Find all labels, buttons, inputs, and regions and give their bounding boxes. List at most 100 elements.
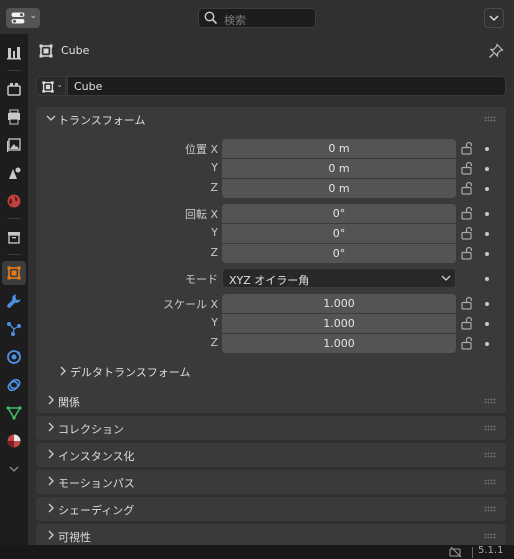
object-cube-icon: [7, 266, 21, 280]
location-z-field[interactable]: 0 m: [222, 179, 456, 198]
world-icon: [7, 194, 21, 208]
rotation-mode-label: モード: [185, 273, 218, 286]
keyframe-dot-icon[interactable]: [485, 322, 489, 326]
drag-grip-icon[interactable]: [484, 452, 496, 458]
object-name-value: Cube: [74, 80, 103, 93]
tool-icon: [7, 47, 21, 60]
motion-paths-panel[interactable]: モーションパス: [36, 470, 506, 494]
visibility-panel[interactable]: 可視性: [36, 524, 506, 545]
view-layer-tab[interactable]: [2, 133, 26, 157]
collections-panel-header[interactable]: コレクション: [36, 416, 506, 440]
drag-grip-icon[interactable]: [484, 116, 496, 122]
unlock-icon[interactable]: [460, 246, 474, 260]
tab-separator: [7, 254, 21, 255]
location-x-label: 位置 X: [184, 143, 218, 156]
data-tab[interactable]: [2, 401, 26, 425]
rotation-y-label: Y: [211, 226, 218, 239]
version-label: 5.1.1: [478, 545, 504, 556]
physics-tab[interactable]: [2, 345, 26, 369]
collection-tab[interactable]: [2, 225, 26, 249]
chevron-down-icon: [441, 275, 451, 281]
shading-panel-header[interactable]: シェーディング: [36, 497, 506, 521]
search-placeholder: 検索: [224, 14, 246, 27]
unlock-icon[interactable]: [460, 181, 474, 195]
unlock-icon[interactable]: [460, 141, 474, 155]
keyframe-dot-icon[interactable]: [485, 342, 489, 346]
properties-editor-icon: [11, 12, 25, 24]
rotation-mode-dropdown[interactable]: XYZ オイラー角: [222, 268, 456, 288]
shading-panel[interactable]: シェーディング: [36, 497, 506, 521]
rotation-z-field[interactable]: 0°: [222, 244, 456, 263]
constraints-tab[interactable]: [2, 373, 26, 397]
scale-z-label: Z: [210, 336, 218, 349]
object-context-title: Cube: [61, 44, 90, 57]
keyframe-dot-icon[interactable]: [485, 187, 489, 191]
keyframe-dot-icon[interactable]: [485, 302, 489, 306]
tool-tab[interactable]: [2, 41, 26, 65]
object-datablock-browse-button[interactable]: ⌄: [36, 76, 66, 96]
keyframe-dot-icon[interactable]: [485, 232, 489, 236]
render-tab[interactable]: [2, 77, 26, 101]
chevron-right-icon: [48, 395, 54, 405]
keyframe-dot-icon[interactable]: [485, 212, 489, 216]
header-bar: ⌄ 検索: [0, 0, 514, 34]
object-name-row: ⌄ Cube: [36, 76, 506, 96]
search-field[interactable]: 検索: [198, 8, 316, 28]
relations-panel-header[interactable]: 関係: [36, 389, 506, 413]
unlock-icon[interactable]: [460, 296, 474, 310]
unlock-icon[interactable]: [460, 206, 474, 220]
chevron-right-icon: [48, 530, 54, 540]
collections-panel[interactable]: コレクション: [36, 416, 506, 440]
unlock-icon[interactable]: [460, 316, 474, 330]
keyframe-dot-icon[interactable]: [485, 147, 489, 151]
scene-tab[interactable]: [2, 161, 26, 185]
location-x-field[interactable]: 0 m: [222, 139, 456, 158]
keyframe-dot-icon[interactable]: [485, 167, 489, 171]
unlock-icon[interactable]: [460, 336, 474, 350]
rotation-y-field[interactable]: 0°: [222, 224, 456, 243]
scale-y-field[interactable]: 1.000: [222, 314, 456, 333]
world-tab[interactable]: [2, 189, 26, 213]
relations-panel[interactable]: 関係: [36, 389, 506, 413]
instancing-panel[interactable]: インスタンス化: [36, 443, 506, 467]
unlock-icon[interactable]: [460, 161, 474, 175]
drag-grip-icon[interactable]: [484, 533, 496, 539]
chevron-down-icon: ⌄: [56, 80, 63, 89]
object-name-field[interactable]: Cube: [67, 76, 506, 96]
visibility-panel-header[interactable]: 可視性: [36, 524, 506, 545]
chevron-right-icon: [48, 449, 54, 459]
editor-type-dropdown[interactable]: ⌄: [6, 8, 40, 28]
drag-grip-icon[interactable]: [484, 425, 496, 431]
scale-x-field[interactable]: 1.000: [222, 294, 456, 313]
motion-paths-panel-title: モーションパス: [58, 477, 135, 490]
transform-panel-header[interactable]: トランスフォーム: [36, 107, 506, 131]
rotation-x-label: 回転 X: [184, 208, 218, 221]
rotation-x-field[interactable]: 0°: [222, 204, 456, 223]
image-icon: [7, 138, 21, 152]
unlock-icon[interactable]: [460, 226, 474, 240]
more-tabs-toggle[interactable]: [2, 461, 26, 477]
pin-icon[interactable]: [488, 43, 504, 59]
options-dropdown-button[interactable]: [484, 8, 504, 28]
location-y-field[interactable]: 0 m: [222, 159, 456, 178]
particles-tab[interactable]: [2, 317, 26, 341]
constraint-icon: [7, 378, 21, 392]
drag-grip-icon[interactable]: [484, 479, 496, 485]
keyframe-dot-icon[interactable]: [485, 277, 489, 281]
search-icon: [204, 11, 218, 25]
keyframe-dot-icon[interactable]: [485, 252, 489, 256]
properties-main-area: Cube ⌄ Cube トランスフォーム 位置 X 0 m Y 0 m Z 0 …: [28, 34, 514, 545]
drag-grip-icon[interactable]: [484, 506, 496, 512]
collection-box-icon: [8, 232, 20, 244]
scale-z-field[interactable]: 1.000: [222, 334, 456, 353]
chevron-right-icon: [48, 476, 54, 486]
delta-transform-title: デルタトランスフォーム: [70, 366, 191, 379]
drag-grip-icon[interactable]: [484, 398, 496, 404]
output-tab[interactable]: [2, 105, 26, 129]
object-tab[interactable]: [2, 261, 26, 285]
instancing-panel-header[interactable]: インスタンス化: [36, 443, 506, 467]
collections-panel-title: コレクション: [58, 423, 124, 436]
modifier-tab[interactable]: [2, 289, 26, 313]
motion-paths-panel-header[interactable]: モーションパス: [36, 470, 506, 494]
material-tab[interactable]: [2, 429, 26, 453]
